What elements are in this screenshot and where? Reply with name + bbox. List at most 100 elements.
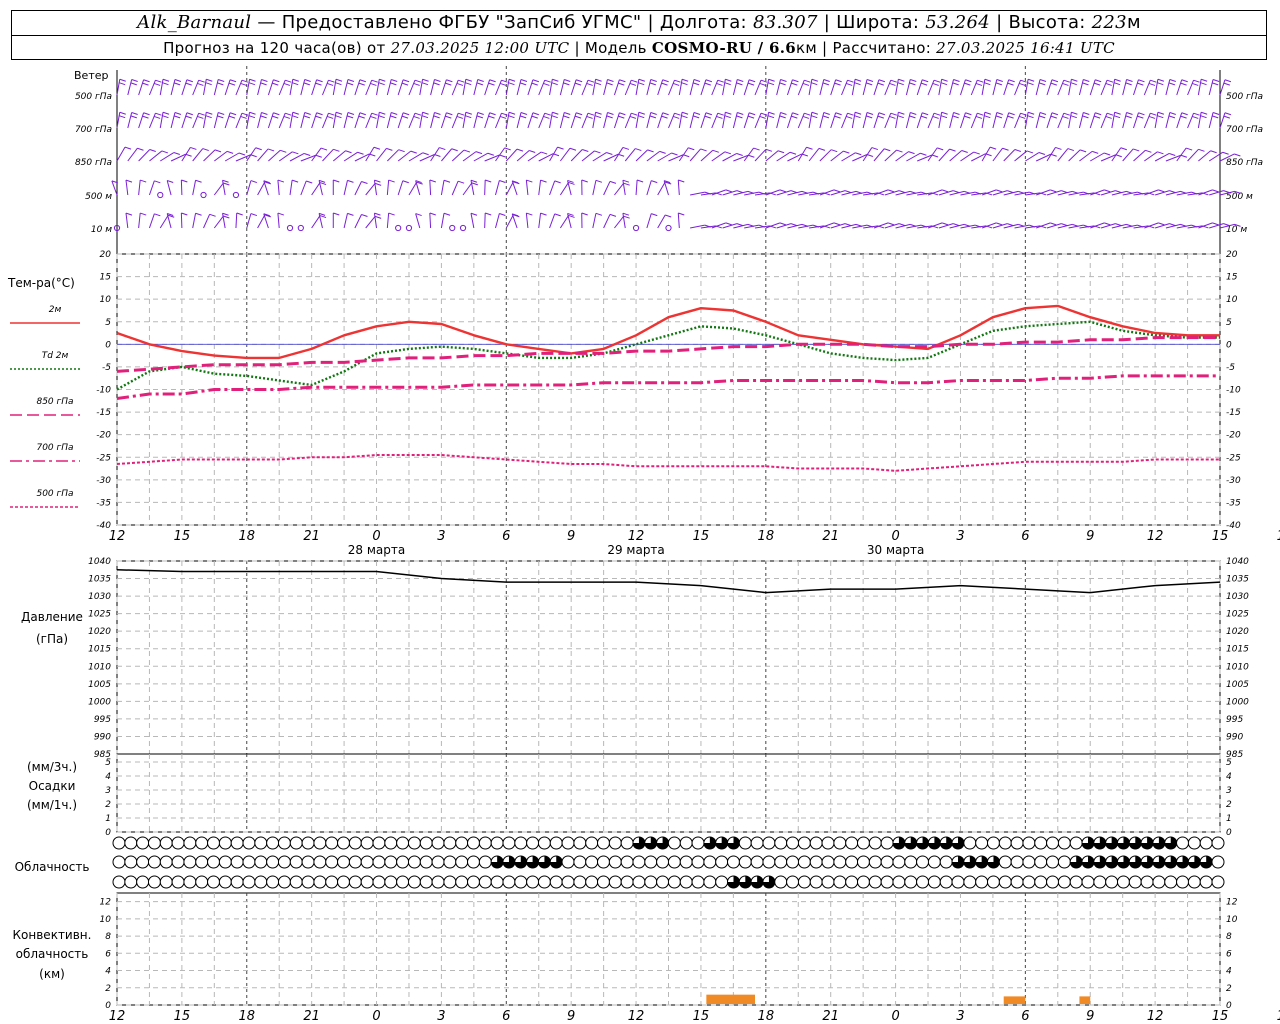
wind-barb [462,78,472,96]
wind-barb-shaft [354,181,362,196]
wind-barb [1187,192,1209,196]
wind-barb-shaft [321,112,329,129]
wind-barb-flag [736,190,744,194]
wind-barb-shaft [430,112,435,129]
wind-barb [311,182,327,196]
wind-barb-shaft [635,149,648,162]
conv-unit: (км) [39,967,65,981]
wind-barb [224,79,237,96]
wind-barb-shaft [192,148,204,162]
wind-barb-flag [692,82,700,86]
wind-barb-flag [910,79,917,82]
wind-barb [851,78,862,96]
wind-barb-flag [931,154,939,158]
wind-barb-flag [540,212,547,216]
cloud-cover-symbol [490,836,504,850]
wind-barb-flag [1234,153,1241,157]
wind-barb-flag [878,112,886,116]
cloud-cover-symbol [159,875,173,889]
wind-barb-flag [777,150,785,154]
wind-barb-flag [638,78,645,82]
wind-barb-shaft [429,212,432,229]
wind-barb-shaft [700,112,707,129]
wind-barb-flag [941,189,949,193]
wind-barb [494,213,506,229]
pressure-ytick-right: 1025 [1226,610,1249,620]
temp-legend-label: 850 гПа [36,397,73,407]
wind-barb-flag [316,79,323,83]
wind-barb [635,78,645,96]
wind-barb-flag [1126,79,1133,82]
wind-barb-shaft [484,112,491,129]
wind-barb-flag [846,115,853,119]
wind-barb-shaft [581,150,595,162]
wind-barb-flag [595,212,603,216]
wind-barb-flag [609,213,617,217]
cloud-cover-symbol [667,875,681,889]
wind-barb [354,79,367,96]
wind-calm-mark [157,191,164,199]
wind-barb-shaft [166,180,172,196]
wind-barb [159,111,170,129]
wind-barb [765,222,787,229]
wind-barb [700,149,719,162]
wind-barb [181,112,193,129]
wind-barb [148,112,162,129]
wind-barb-shaft [700,79,707,96]
wind-barb [386,79,398,96]
cloud-cover-symbol [951,875,965,889]
cloud-cover-symbol [136,875,150,889]
wind-barb-flag [678,212,685,216]
wind-barb-flag [1224,79,1232,83]
wind-barb-flag [897,82,904,86]
temp-series-3 [116,374,1220,400]
wind-barb-flag [229,112,237,116]
cloud-cover-symbol [916,855,930,869]
wind-barb-shaft [711,79,719,96]
wind-barb-flag [681,115,688,119]
wind-barb-flag [844,190,852,194]
wind-barb-flag [802,115,810,119]
cloud-cover-symbol [218,875,232,889]
wind-barb-shaft [408,112,416,129]
wind-barb [1133,225,1155,229]
wind-barb-flag [465,111,472,115]
wind-barb-flag [665,214,672,218]
wind-barb-flag [554,213,561,217]
cloud-cover-symbol [443,836,457,850]
wind-barb-flag [272,82,279,86]
wind-barb-flag [1185,147,1193,151]
wind-barb-flag [995,82,1003,86]
wind-barb-flag [185,82,192,86]
cloud-cover-symbol [384,855,398,869]
wind-barb [1057,79,1070,96]
wind-barb-flag [984,115,991,119]
wind-barb-flag [898,78,905,82]
wind-barb-flag [768,78,775,82]
wind-barb-flag [379,78,386,82]
wind-level-label-left: 10 м [91,225,112,235]
wind-barb-flag [1106,112,1114,116]
wind-barb-shaft [549,146,558,162]
precip-unit-bottom: (мм/1ч.) [27,798,77,812]
wind-barb [622,212,630,229]
wind-barb-flag [678,179,685,183]
wind-barb-flag [137,147,144,151]
pressure-ytick-left: 990 [94,732,111,742]
wind-barb [311,79,323,96]
wind-barb [1003,79,1015,96]
wind-barb [1198,189,1219,196]
wind-barb [917,154,939,162]
wind-barb [138,212,147,229]
wind-barb [473,152,495,162]
wind-barb-flag [315,82,322,86]
wind-barb [1014,112,1027,129]
wind-barb-flag [855,152,862,156]
wind-barb-flag [673,82,680,86]
cloud-cover-symbol [136,836,150,850]
cloud-cover-symbol [478,875,492,889]
wind-barb-shaft [181,79,188,96]
wind-barb-flag [292,82,299,86]
hour-tick-label-bottom: 9 [567,1009,575,1024]
temp-ytick-right: 10 [1226,295,1238,305]
